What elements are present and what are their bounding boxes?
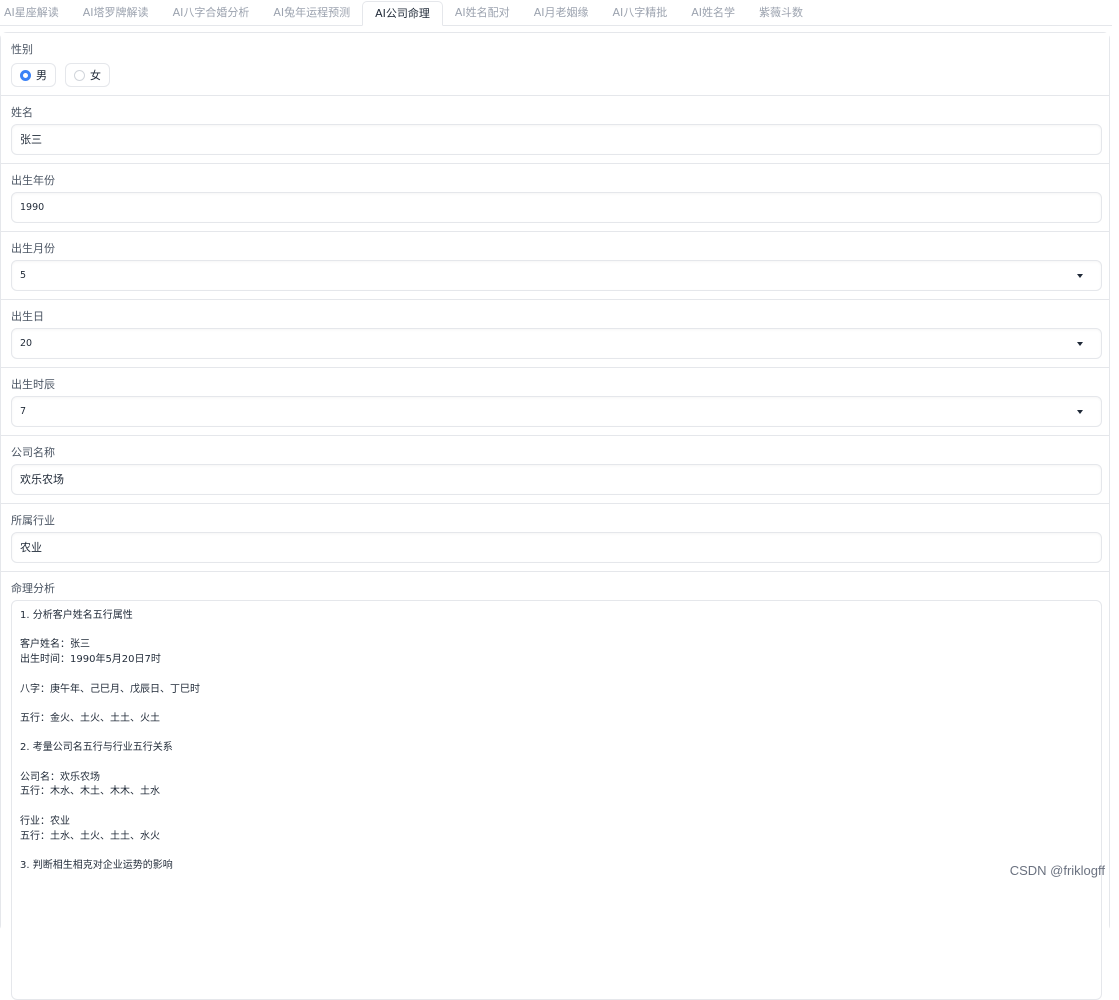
birth-year-input[interactable]: 1990 xyxy=(11,192,1102,223)
chevron-down-icon xyxy=(1077,274,1083,278)
tab-ai-zodiac[interactable]: AI星座解读 xyxy=(0,1,71,25)
analysis-label: 命理分析 xyxy=(11,582,55,595)
birth-year-label: 出生年份 xyxy=(11,174,55,187)
gender-option-female[interactable]: 女 xyxy=(65,63,110,87)
birth-day-select[interactable]: 20 xyxy=(11,328,1102,359)
gender-option-label: 男 xyxy=(36,69,47,82)
tab-ai-bazi-detail[interactable]: AI八字精批 xyxy=(600,1,679,25)
tab-ai-name-study[interactable]: AI姓名学 xyxy=(679,1,747,25)
birth-day-value: 20 xyxy=(20,338,33,349)
birth-month-select[interactable]: 5 xyxy=(11,260,1102,291)
tab-bar: AI星座解读 AI塔罗牌解读 AI八字合婚分析 AI兔年运程预测 AI公司命理 … xyxy=(0,0,1112,26)
tab-ai-bazi-marriage[interactable]: AI八字合婚分析 xyxy=(161,1,262,25)
tab-ai-tarot[interactable]: AI塔罗牌解读 xyxy=(71,1,161,25)
gender-option-male[interactable]: 男 xyxy=(11,63,56,87)
company-name-label: 公司名称 xyxy=(11,446,55,459)
name-label: 姓名 xyxy=(11,106,33,119)
birth-year-block: 出生年份 1990 xyxy=(1,164,1109,232)
analysis-block: 命理分析 1. 分析客户姓名五行属性 客户姓名：张三 出生时间：1990年5月2… xyxy=(1,572,1109,1000)
birth-day-label: 出生日 xyxy=(11,310,44,323)
birth-month-value: 5 xyxy=(20,270,27,281)
company-name-block: 公司名称 欢乐农场 xyxy=(1,436,1109,504)
chevron-down-icon xyxy=(1077,342,1083,346)
form-panel: 性别 男 女 姓名 张三 出生年份 1990 出生月份 5 出生日 20 出生时… xyxy=(0,32,1110,1000)
birth-hour-value: 7 xyxy=(20,406,27,417)
gender-label: 性别 xyxy=(11,43,33,56)
birth-month-block: 出生月份 5 xyxy=(1,232,1109,300)
watermark: CSDN @friklogff xyxy=(1009,863,1105,878)
birth-day-block: 出生日 20 xyxy=(1,300,1109,368)
radio-selected-icon xyxy=(20,69,31,81)
chevron-down-icon xyxy=(1077,410,1083,414)
tab-ai-name-match[interactable]: AI姓名配对 xyxy=(443,1,522,25)
birth-month-label: 出生月份 xyxy=(11,242,55,255)
company-name-input[interactable]: 欢乐农场 xyxy=(11,464,1102,495)
tab-ai-matchmaker[interactable]: AI月老姻缘 xyxy=(522,1,601,25)
birth-hour-select[interactable]: 7 xyxy=(11,396,1102,427)
industry-block: 所属行业 农业 xyxy=(1,504,1109,572)
name-input[interactable]: 张三 xyxy=(11,124,1102,155)
birth-hour-block: 出生时辰 7 xyxy=(1,368,1109,436)
gender-block: 性别 男 女 xyxy=(1,33,1109,96)
name-block: 姓名 张三 xyxy=(1,96,1109,164)
industry-label: 所属行业 xyxy=(11,514,55,527)
radio-unselected-icon xyxy=(74,69,85,81)
tab-ai-rabbit-year[interactable]: AI兔年运程预测 xyxy=(261,1,362,25)
gender-option-label: 女 xyxy=(90,69,101,82)
analysis-textarea[interactable]: 1. 分析客户姓名五行属性 客户姓名：张三 出生时间：1990年5月20日7时 … xyxy=(11,600,1102,1000)
birth-hour-label: 出生时辰 xyxy=(11,378,55,391)
tab-ai-company-fortune[interactable]: AI公司命理 xyxy=(362,1,443,26)
tab-ziwei[interactable]: 紫薇斗数 xyxy=(747,1,815,25)
industry-input[interactable]: 农业 xyxy=(11,532,1102,563)
